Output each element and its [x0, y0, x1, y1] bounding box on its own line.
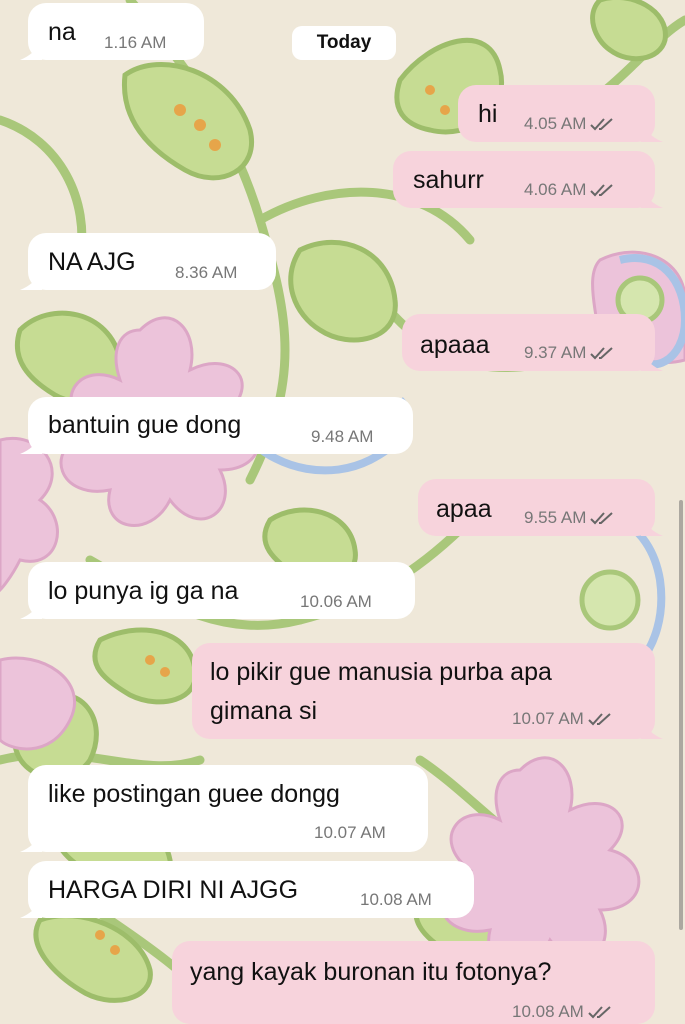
date-separator-label: Today: [316, 32, 372, 53]
message-text-line-2: gimana si: [210, 697, 317, 725]
message-text: apaaa: [420, 331, 490, 359]
message-time-label: 10.08 AM: [512, 1002, 584, 1021]
message-text: like postingan guee dongg: [48, 780, 340, 808]
bubble-tail: [641, 124, 663, 142]
message-meta: 9.37 AM: [524, 343, 614, 363]
bubble-tail: [641, 353, 663, 371]
incoming-message[interactable]: NA AJG 8.36 AM: [20, 233, 276, 290]
bubble-tail: [20, 834, 42, 852]
outgoing-message[interactable]: sahurr 4.06 AM: [393, 151, 663, 208]
outgoing-message[interactable]: hi 4.05 AM: [458, 85, 663, 142]
outgoing-message[interactable]: yang kayak buronan itu fotonya? 10.08 AM: [172, 941, 655, 1024]
message-time-label: 10.08 AM: [360, 890, 432, 909]
incoming-message[interactable]: lo punya ig ga na 10.06 AM: [20, 562, 415, 619]
incoming-message[interactable]: bantuin gue dong 9.48 AM: [20, 397, 413, 454]
message-time: 10.08 AM: [360, 890, 432, 910]
message-text: HARGA DIRI NI AJGG: [48, 876, 299, 904]
double-check-icon: [588, 1006, 611, 1019]
bubble-tail: [641, 518, 663, 536]
bubble-tail: [20, 42, 42, 60]
double-check-icon: [588, 713, 611, 726]
message-time-label: 4.06 AM: [524, 180, 587, 199]
message-time-label: 9.37 AM: [524, 343, 587, 362]
date-separator: Today: [292, 26, 396, 60]
message-text: apaa: [436, 495, 492, 523]
message-time: 8.36 AM: [175, 263, 237, 283]
bubble-tail: [20, 436, 42, 454]
message-text: lo punya ig ga na: [48, 577, 239, 605]
bubble-tail: [20, 900, 42, 918]
message-meta: 4.06 AM: [524, 180, 614, 200]
incoming-message[interactable]: HARGA DIRI NI AJGG 10.08 AM: [20, 861, 474, 918]
message-text: na: [48, 18, 76, 46]
message-meta: 4.05 AM: [524, 114, 614, 134]
message-text: hi: [478, 100, 498, 128]
message-time: 1.16 AM: [104, 33, 166, 53]
bubble-tail: [20, 601, 42, 619]
double-check-icon: [590, 184, 614, 197]
message-time-label: 1.16 AM: [104, 33, 167, 52]
chat-thread[interactable]: Today na 1.16 AM hi 4.05 AM sahurr 4.06 …: [0, 0, 685, 1024]
message-text-line-1: lo pikir gue manusia purba apa: [210, 658, 552, 686]
outgoing-message[interactable]: apaaa 9.37 AM: [402, 314, 663, 371]
message-meta: 10.08 AM: [512, 1002, 612, 1022]
message-time-label: 10.07 AM: [314, 823, 386, 842]
message-time: 9.48 AM: [311, 427, 373, 447]
double-check-icon: [590, 347, 614, 360]
incoming-message[interactable]: na 1.16 AM: [20, 3, 204, 60]
message-text: sahurr: [413, 166, 484, 194]
scrollbar[interactable]: [679, 500, 683, 930]
outgoing-message[interactable]: lo pikir gue manusia purba apa gimana si…: [192, 643, 663, 739]
message-time-label: 9.48 AM: [311, 427, 374, 446]
outgoing-message[interactable]: apaa 9.55 AM: [418, 479, 663, 536]
message-time-label: 4.05 AM: [524, 114, 587, 133]
message-time: 10.06 AM: [300, 592, 372, 612]
incoming-message[interactable]: like postingan guee dongg 10.07 AM: [20, 765, 428, 852]
message-text: bantuin gue dong: [48, 411, 242, 439]
message-time-label: 10.06 AM: [300, 592, 372, 611]
message-time-label: 10.07 AM: [512, 709, 584, 728]
message-time-label: 8.36 AM: [175, 263, 238, 282]
double-check-icon: [590, 512, 614, 525]
message-text: NA AJG: [48, 248, 136, 276]
message-time: 10.07 AM: [314, 823, 386, 843]
message-text: yang kayak buronan itu fotonya?: [190, 958, 552, 986]
bubble-tail: [20, 272, 42, 290]
bubble-tail: [641, 721, 663, 739]
message-meta: 9.55 AM: [524, 508, 614, 528]
message-meta: 10.07 AM: [512, 709, 612, 729]
bubble-tail: [641, 190, 663, 208]
message-time-label: 9.55 AM: [524, 508, 587, 527]
double-check-icon: [590, 118, 614, 131]
